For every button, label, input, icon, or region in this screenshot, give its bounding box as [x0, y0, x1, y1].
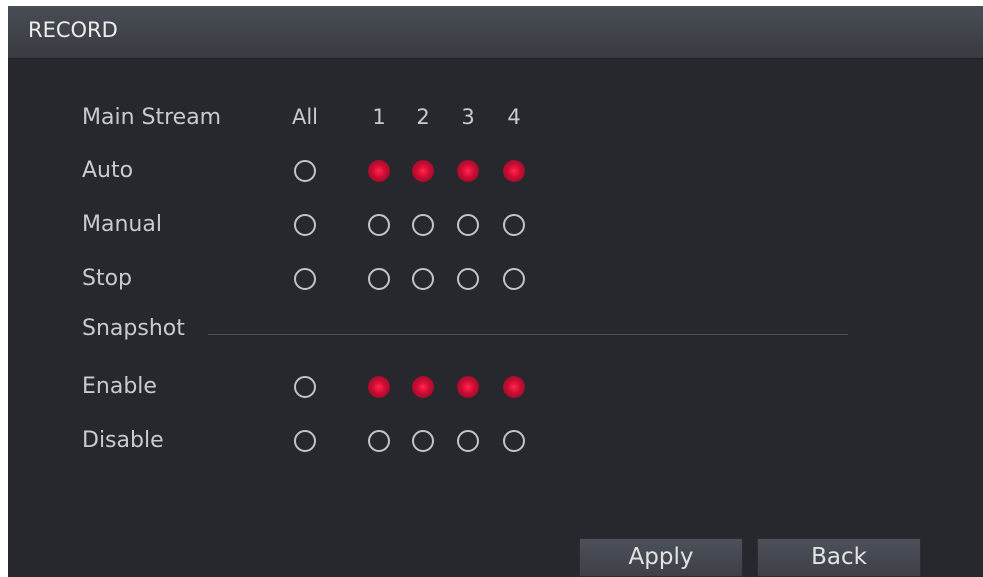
- manual-row: Manual: [8, 206, 983, 246]
- snapshot-section-header: Snapshot: [8, 311, 983, 351]
- stop-channel-1-radio[interactable]: [368, 268, 390, 290]
- dialog-title: RECORD: [28, 18, 118, 42]
- enable-channel-1-radio[interactable]: [368, 376, 390, 398]
- disable-channel-4-radio[interactable]: [503, 430, 525, 452]
- stop-all-radio[interactable]: [294, 268, 316, 290]
- manual-all-radio[interactable]: [294, 214, 316, 236]
- auto-row: Auto: [8, 152, 983, 192]
- section-divider: [208, 334, 848, 335]
- enable-all-radio[interactable]: [294, 376, 316, 398]
- auto-channel-1-radio[interactable]: [368, 160, 390, 182]
- record-dialog: RECORD Main Stream All 1 2 3 4 Auto Manu…: [8, 6, 983, 577]
- stop-row: Stop: [8, 260, 983, 300]
- stop-channel-4-radio[interactable]: [503, 268, 525, 290]
- enable-channel-4-radio[interactable]: [503, 376, 525, 398]
- enable-row: Enable: [8, 368, 983, 408]
- disable-channel-3-radio[interactable]: [457, 430, 479, 452]
- disable-channel-2-radio[interactable]: [412, 430, 434, 452]
- manual-channel-4-radio[interactable]: [503, 214, 525, 236]
- back-button[interactable]: Back: [757, 538, 921, 577]
- column-header-channel-3: 3: [461, 105, 475, 129]
- manual-label: Manual: [82, 212, 162, 237]
- title-bar: RECORD: [8, 6, 983, 59]
- column-header-channel-2: 2: [416, 105, 430, 129]
- main-stream-label: Main Stream: [82, 105, 222, 130]
- stop-channel-3-radio[interactable]: [457, 268, 479, 290]
- disable-label: Disable: [82, 428, 164, 453]
- column-header-all: All: [291, 105, 319, 129]
- apply-button[interactable]: Apply: [579, 538, 743, 577]
- auto-all-radio[interactable]: [294, 160, 316, 182]
- manual-channel-1-radio[interactable]: [368, 214, 390, 236]
- column-header-channel-4: 4: [507, 105, 521, 129]
- main-stream-header-row: Main Stream All 1 2 3 4: [8, 99, 983, 139]
- column-header-channel-1: 1: [372, 105, 386, 129]
- manual-channel-2-radio[interactable]: [412, 214, 434, 236]
- enable-channel-2-radio[interactable]: [412, 376, 434, 398]
- snapshot-label: Snapshot: [82, 316, 185, 341]
- disable-channel-1-radio[interactable]: [368, 430, 390, 452]
- stop-channel-2-radio[interactable]: [412, 268, 434, 290]
- auto-channel-2-radio[interactable]: [412, 160, 434, 182]
- auto-channel-4-radio[interactable]: [503, 160, 525, 182]
- disable-row: Disable: [8, 422, 983, 462]
- disable-all-radio[interactable]: [294, 430, 316, 452]
- enable-channel-3-radio[interactable]: [457, 376, 479, 398]
- manual-channel-3-radio[interactable]: [457, 214, 479, 236]
- enable-label: Enable: [82, 374, 157, 399]
- stop-label: Stop: [82, 266, 133, 291]
- auto-channel-3-radio[interactable]: [457, 160, 479, 182]
- auto-label: Auto: [82, 158, 134, 183]
